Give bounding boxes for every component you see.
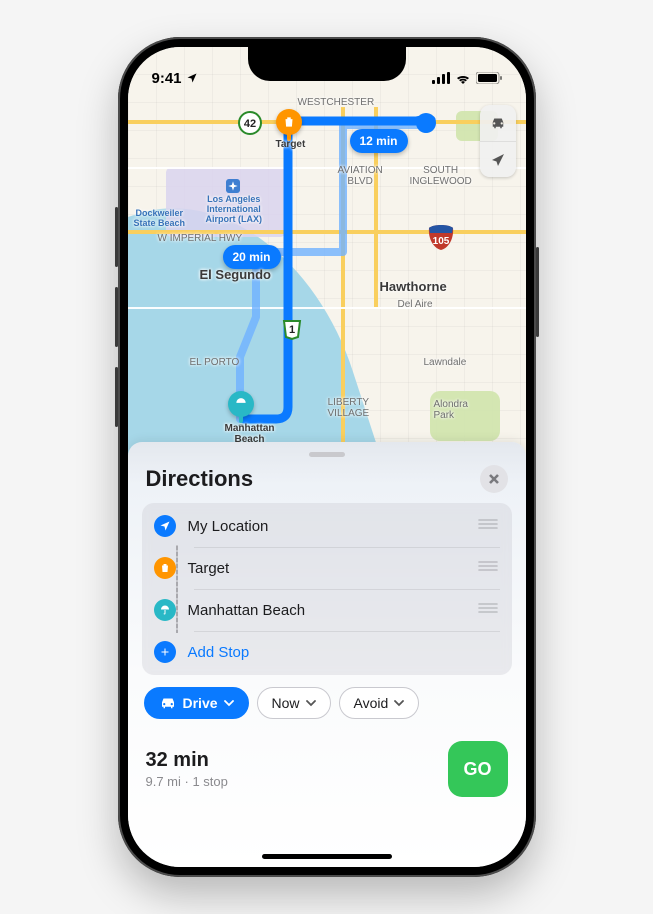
location-arrow-icon xyxy=(489,151,507,169)
sheet-title: Directions xyxy=(146,466,254,492)
notch xyxy=(248,47,406,81)
map-pin-label: Target xyxy=(276,139,306,150)
chip-label: Drive xyxy=(183,695,218,711)
map-label: WESTCHESTER xyxy=(298,97,375,108)
stop-row[interactable]: Target xyxy=(154,547,512,589)
stop-label: Add Stop xyxy=(188,644,512,661)
avoid-chip[interactable]: Avoid xyxy=(339,687,420,719)
chip-label: Avoid xyxy=(354,695,389,711)
stop-row[interactable]: My Location xyxy=(154,505,512,547)
hwy-shield-42: 42 xyxy=(238,111,262,135)
route-time-badge-alt[interactable]: 20 min xyxy=(223,245,281,269)
map-label: EL PORTO xyxy=(190,357,240,368)
stop-label: Target xyxy=(188,560,466,577)
location-icon xyxy=(154,515,176,537)
reorder-handle[interactable] xyxy=(478,601,512,619)
route-options: Drive Now Avoid xyxy=(142,675,512,731)
bag-icon xyxy=(154,557,176,579)
directions-sheet[interactable]: Directions My Location Target Manhattan Be… xyxy=(128,442,526,867)
eta-meta: 9.7 mi · 1 stop xyxy=(146,774,228,789)
map-label: AVIATIONBLVD xyxy=(338,165,383,187)
reorder-handle[interactable] xyxy=(478,559,512,577)
map[interactable]: Target ManhattanBeach 12 min 20 min 42 1… xyxy=(128,47,526,477)
umbrella-icon xyxy=(154,599,176,621)
battery-icon xyxy=(476,72,502,84)
status-time: 9:41 xyxy=(152,70,182,87)
plus-icon xyxy=(154,641,176,663)
route-time-badge-primary[interactable]: 12 min xyxy=(350,129,408,153)
close-icon xyxy=(488,473,500,485)
map-label: Del Aire xyxy=(398,299,433,310)
map-pin-target[interactable] xyxy=(276,109,302,135)
map-label: Hawthorne xyxy=(380,279,447,294)
phone-frame: 9:41 xyxy=(118,37,536,877)
map-label: El Segundo xyxy=(200,267,272,282)
location-services-icon xyxy=(186,72,198,84)
depart-time-chip[interactable]: Now xyxy=(257,687,331,719)
map-controls xyxy=(480,105,516,177)
map-label: W IMPERIAL HWY xyxy=(158,233,243,244)
car-icon xyxy=(489,114,507,132)
map-pin-manhattan-beach[interactable] xyxy=(228,391,254,417)
map-poi-label: Los AngelesInternationalAirport (LAX) xyxy=(206,195,263,225)
hwy-shield-105: 105 xyxy=(426,222,456,252)
sheet-grabber[interactable] xyxy=(309,452,345,457)
map-label: LIBERTYVILLAGE xyxy=(328,397,370,419)
cellular-icon xyxy=(432,72,450,84)
svg-text:105: 105 xyxy=(432,236,449,247)
chip-label: Now xyxy=(272,695,300,711)
stop-label: My Location xyxy=(188,518,466,535)
reorder-handle[interactable] xyxy=(478,517,512,535)
map-label: Lawndale xyxy=(424,357,467,368)
travel-mode-chip[interactable]: Drive xyxy=(144,687,249,719)
close-button[interactable] xyxy=(480,465,508,493)
car-icon xyxy=(159,696,177,710)
road xyxy=(341,107,345,477)
hwy-shield-1: 1 xyxy=(280,317,304,341)
map-mode-button[interactable] xyxy=(480,105,516,141)
add-stop-row[interactable]: Add Stop xyxy=(154,631,512,673)
wifi-icon xyxy=(455,72,471,84)
airport-icon xyxy=(226,179,240,193)
home-indicator[interactable] xyxy=(262,854,392,859)
route-summary: 32 min 9.7 mi · 1 stop GO xyxy=(142,731,512,797)
map-label: AlondraPark xyxy=(434,399,468,421)
map-poi-label: DockweilerState Beach xyxy=(134,209,186,229)
chevron-down-icon xyxy=(224,698,234,708)
recenter-button[interactable] xyxy=(480,141,516,177)
eta-time: 32 min xyxy=(146,749,228,772)
screen: 9:41 xyxy=(128,47,526,867)
current-location-dot xyxy=(416,113,436,133)
chevron-down-icon xyxy=(306,698,316,708)
stops-list: My Location Target Manhattan Beach Add Stop xyxy=(142,503,512,675)
go-button[interactable]: GO xyxy=(448,741,508,797)
stop-row[interactable]: Manhattan Beach xyxy=(154,589,512,631)
road xyxy=(128,120,526,124)
chevron-down-icon xyxy=(394,698,404,708)
svg-text:42: 42 xyxy=(243,118,255,130)
stop-label: Manhattan Beach xyxy=(188,602,466,619)
map-label: SOUTHINGLEWOOD xyxy=(410,165,472,187)
svg-text:1: 1 xyxy=(288,324,294,336)
